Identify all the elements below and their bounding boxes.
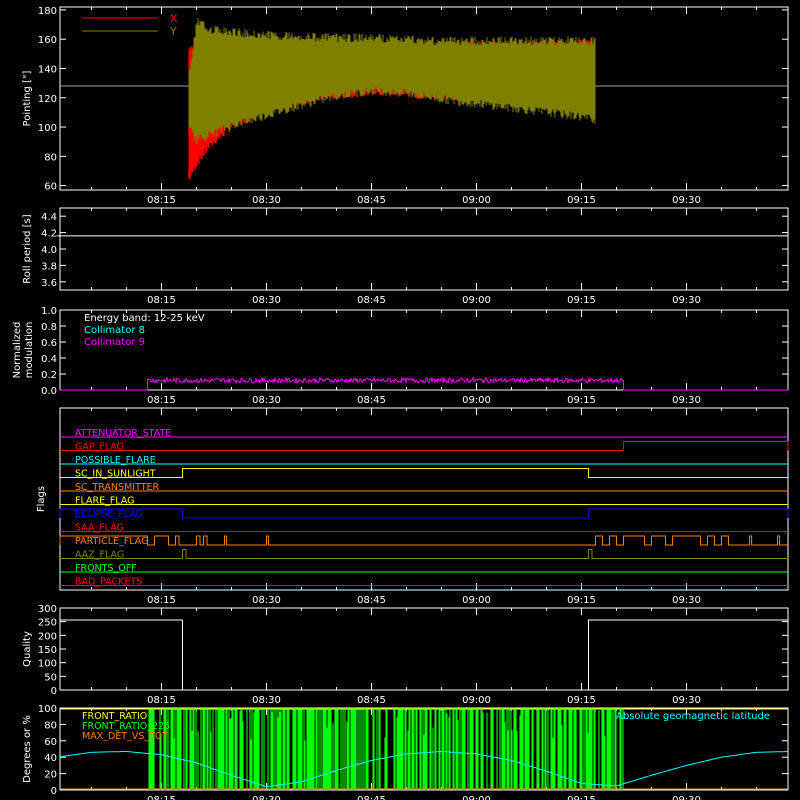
y-tick-label: 120	[38, 94, 57, 105]
y-tick-label: 3.6	[41, 278, 57, 289]
x-tick-label: 08:30	[252, 295, 281, 306]
x-tick-label: 08:15	[147, 395, 176, 406]
x-tick-label: 09:30	[672, 695, 701, 706]
x-tick-label: 08:15	[147, 795, 176, 800]
x-tick-label: 08:30	[252, 195, 281, 206]
y-tick-label: 150	[38, 645, 57, 656]
flag-label: ATTENUATOR_STATE	[75, 428, 171, 439]
y-tick-label: 100	[38, 704, 57, 715]
y-tick-label: 60	[44, 182, 57, 193]
y-tick-label: 160	[38, 35, 57, 46]
y-tick-label: 40	[44, 753, 57, 764]
chart-figure: 08:15 08:30 08:45 09:00 09:15 09:30 60 80 100 120…	[0, 0, 800, 800]
y-tick-label: 4.2	[41, 229, 57, 240]
x-tick-label: 08:15	[147, 695, 176, 706]
y-tick-label: 80	[44, 152, 57, 163]
flag-label: ECLIPSE_FLAG	[75, 509, 143, 520]
flag-label: AAZ_FLAG	[75, 550, 124, 561]
x-tick-label: 09:00	[462, 195, 491, 206]
y-tick-label: 3.8	[41, 261, 57, 272]
x-tick-label: 08:45	[357, 595, 386, 606]
y-tick-label: 50	[44, 672, 57, 683]
y-tick-label: 0.6	[41, 338, 57, 349]
x-tick-label: 09:15	[567, 295, 596, 306]
x-tick-label: 08:45	[357, 395, 386, 406]
x-tick-label: 08:15	[147, 195, 176, 206]
x-tick-label: 09:30	[672, 395, 701, 406]
y-axis-label: Normalizedmodulation	[12, 322, 35, 379]
flag-label: SC_TRANSMITTER	[75, 482, 160, 493]
x-tick-label: 09:30	[672, 795, 701, 800]
y-axis-label: Quality	[22, 631, 33, 667]
x-tick-label: 09:15	[567, 395, 596, 406]
annotation-0: Energy band: 12-25 keV	[84, 313, 205, 324]
y-tick-label: 180	[38, 6, 57, 17]
y-tick-label: 300	[38, 604, 57, 615]
flag-label: GAP_FLAG	[75, 442, 124, 453]
x-tick-label: 09:15	[567, 195, 596, 206]
x-tick-label: 08:45	[357, 795, 386, 800]
y-tick-label: 140	[38, 64, 57, 75]
flag-label: FLARE_FLAG	[75, 496, 135, 507]
y-tick-label: 0.8	[41, 322, 57, 333]
y-tick-label: 0.0	[41, 386, 57, 397]
x-tick-label: 09:15	[567, 695, 596, 706]
y-tick-label: 0	[51, 786, 57, 797]
x-tick-label: 09:00	[462, 395, 491, 406]
x-tick-label: 09:15	[567, 595, 596, 606]
x-tick-label: 09:00	[462, 595, 491, 606]
x-tick-label: 08:15	[147, 295, 176, 306]
legend-label-x: X	[170, 12, 178, 25]
flag-label: BAD_PACKETS	[75, 577, 142, 588]
flag-label: SC_IN_SUNLIGHT	[75, 469, 156, 480]
legend-label: MAX_DET_VS_TOT	[82, 731, 168, 742]
x-tick-label: 09:30	[672, 595, 701, 606]
y-tick-label: 60	[44, 737, 57, 748]
x-tick-label: 08:30	[252, 695, 281, 706]
y-tick-label: 0.2	[41, 370, 57, 381]
flag-label: POSSIBLE_FLARE	[75, 455, 156, 466]
x-tick-label: 08:15	[147, 595, 176, 606]
y-tick-label: 250	[38, 618, 57, 629]
front-ratio-225-bars	[148, 708, 624, 790]
x-tick-label: 08:30	[252, 395, 281, 406]
annotation-1: Collimator 8	[84, 325, 145, 336]
y-tick-label: 0.4	[41, 354, 57, 365]
y-axis-label: Pointing ["]	[22, 70, 33, 126]
x-tick-label: 08:30	[252, 595, 281, 606]
y-axis-label: Degrees or %	[22, 715, 33, 783]
x-tick-label: 08:30	[252, 795, 281, 800]
x-tick-label: 08:45	[357, 295, 386, 306]
annotation-2: Collimator 9	[84, 337, 145, 348]
x-tick-label: 09:30	[672, 195, 701, 206]
y-tick-label: 4.4	[41, 212, 57, 223]
y-tick-label: 20	[44, 770, 57, 781]
latitude-annotation: Absolute geomagnetic latitude	[616, 711, 770, 722]
x-tick-label: 08:45	[357, 195, 386, 206]
y-tick-label: 100	[38, 659, 57, 670]
y-tick-label: 1.0	[41, 306, 57, 317]
y-tick-label: 0	[51, 686, 57, 697]
x-tick-label: 09:00	[462, 295, 491, 306]
x-tick-label: 09:00	[462, 695, 491, 706]
y-tick-label: 100	[38, 123, 57, 134]
x-tick-label: 09:00	[462, 795, 491, 800]
y-axis-label: Roll period [s]	[22, 214, 33, 283]
flag-label: FRONTS_OFF	[75, 563, 137, 574]
legend-label-y: Y	[169, 25, 177, 38]
flag-label: SAA_FLAG	[75, 523, 124, 534]
y-tick-label: 4.0	[41, 245, 57, 256]
y-axis-label: Flags	[36, 486, 47, 512]
x-tick-label: 09:30	[672, 295, 701, 306]
flag-label: PARTICLE_FLAG	[75, 536, 148, 547]
x-tick-label: 08:45	[357, 695, 386, 706]
y-tick-label: 80	[44, 720, 57, 731]
x-tick-label: 09:15	[567, 795, 596, 800]
y-tick-label: 200	[38, 631, 57, 642]
